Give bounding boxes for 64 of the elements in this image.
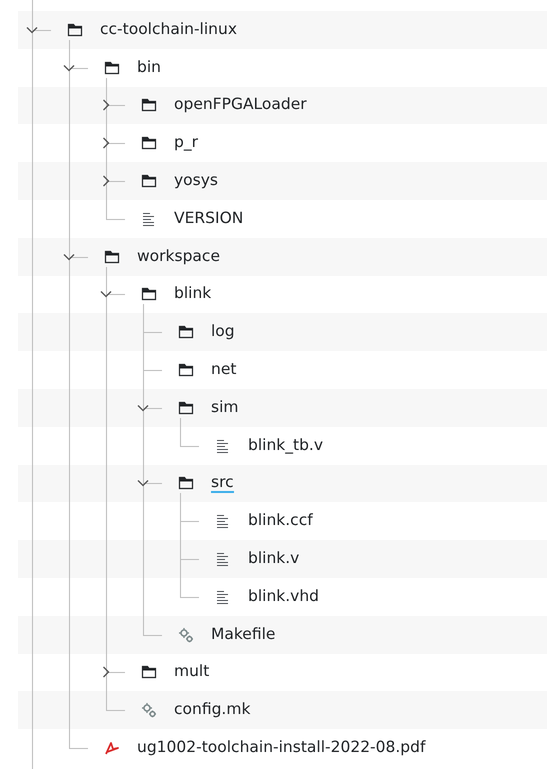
folder-icon (141, 286, 157, 302)
item-label: workspace (137, 246, 220, 267)
item-label: src (211, 473, 234, 494)
folder-icon (178, 324, 194, 340)
tree-row[interactable]: config.mk (18, 691, 547, 730)
folder-icon (141, 97, 157, 114)
tree-row[interactable]: cc-toolchain-linux (18, 11, 547, 49)
folder-icon (141, 135, 157, 152)
tree-row[interactable]: log (18, 313, 547, 352)
chevron-right-icon[interactable] (100, 137, 112, 150)
tree-row[interactable]: blink.v (18, 540, 547, 578)
gears-icon (141, 702, 157, 718)
text-file-icon (141, 210, 157, 227)
item-label: log (211, 322, 235, 342)
tree-row[interactable]: ug1002-toolchain-install-2022-08.pdf (18, 729, 547, 767)
folder-icon (104, 248, 120, 265)
item-label: Makefile (211, 624, 276, 645)
item-label: blink (174, 284, 212, 304)
pdf-icon (104, 740, 120, 756)
folder-icon (67, 22, 83, 38)
item-label: openFPGALoader (174, 95, 307, 116)
chevron-right-icon[interactable] (100, 99, 112, 112)
item-label: sim (211, 398, 238, 418)
text-file-icon (215, 438, 231, 454)
folder-icon (141, 664, 157, 680)
tree-row[interactable]: sim (18, 388, 547, 427)
item-label: blink_tb.v (248, 436, 324, 456)
item-label: config.mk (174, 700, 250, 720)
text-file-icon (215, 588, 231, 605)
folder-icon (178, 400, 194, 416)
tree-row[interactable]: net (18, 351, 547, 389)
item-label: yosys (174, 171, 218, 192)
item-label: blink.v (248, 549, 300, 570)
item-label: p_r (174, 133, 198, 154)
tree-row[interactable]: VERSION (18, 200, 547, 238)
item-label: net (211, 360, 236, 380)
tree-row[interactable]: blink.vhd (18, 578, 547, 616)
chevron-right-icon[interactable] (100, 175, 112, 188)
tree-row[interactable]: blink_tb.v (18, 426, 547, 465)
chevron-right-icon[interactable] (100, 666, 112, 678)
tree-row[interactable]: blink (18, 276, 547, 314)
tree-row[interactable]: blink.ccf (18, 502, 547, 540)
folder-icon (141, 173, 157, 190)
item-label: bin (137, 58, 161, 78)
tree-row[interactable]: mult (18, 654, 547, 692)
tree-row[interactable]: src (18, 464, 547, 502)
tree-row[interactable]: openFPGALoader (18, 86, 547, 124)
item-label: VERSION (174, 208, 244, 229)
tree-row[interactable]: p_r (18, 124, 547, 162)
gears-icon (178, 626, 194, 643)
item-label: mult (174, 662, 210, 682)
folder-icon (178, 362, 194, 378)
tree-row[interactable]: Makefile (18, 616, 547, 654)
folder-icon (104, 60, 120, 76)
tree-row[interactable]: workspace (18, 238, 547, 276)
item-label: blink.ccf (248, 511, 313, 532)
item-label: cc-toolchain-linux (100, 20, 237, 40)
tree-row[interactable]: yosys (18, 162, 547, 200)
folder-icon (178, 475, 194, 492)
text-file-icon (215, 513, 231, 530)
text-file-icon (215, 551, 231, 568)
tree-row[interactable]: bin (18, 48, 547, 87)
item-label: blink.vhd (248, 586, 320, 607)
item-label: ug1002-toolchain-install-2022-08.pdf (137, 738, 426, 758)
